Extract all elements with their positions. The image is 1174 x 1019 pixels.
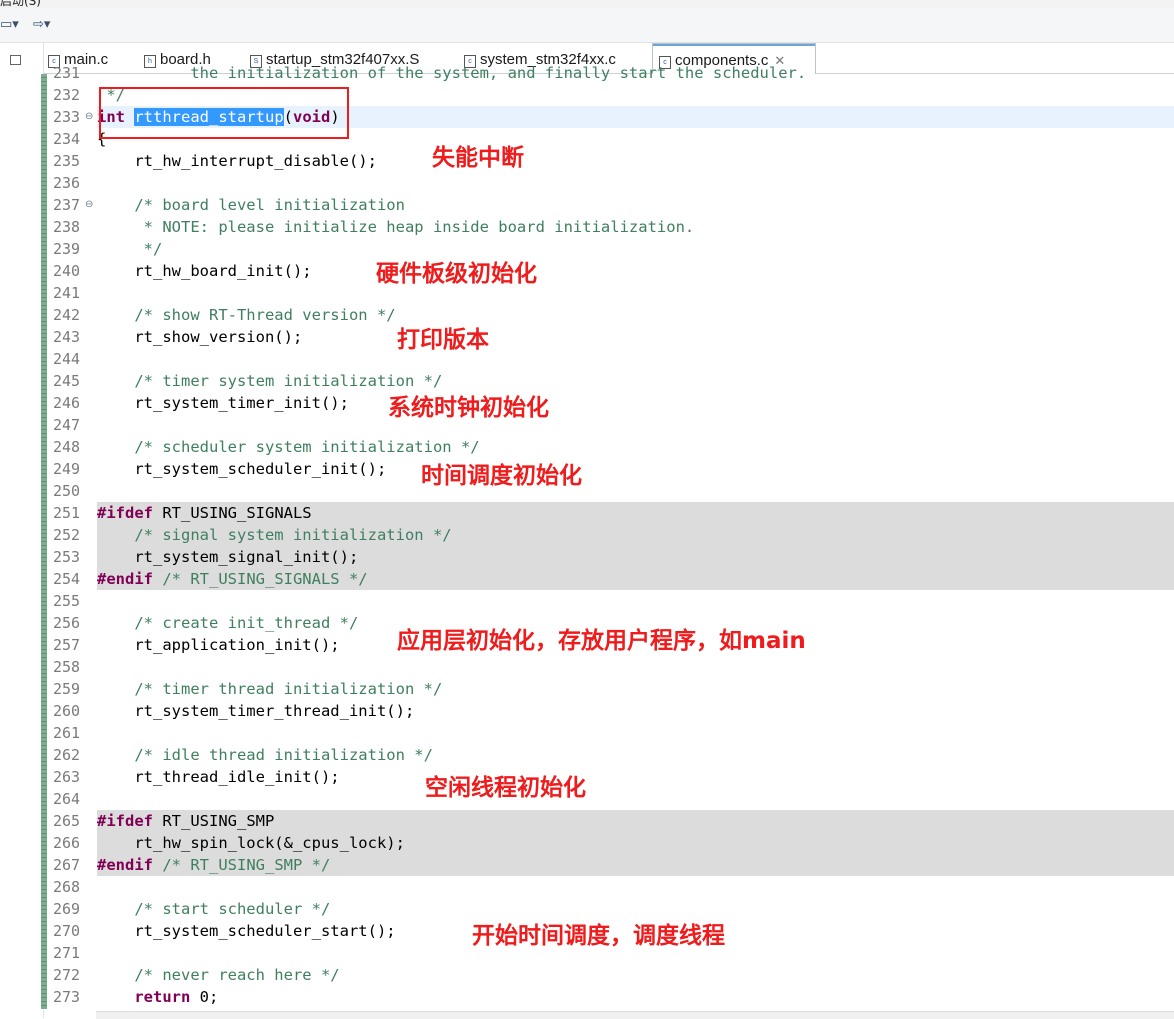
macro-name: RT_USING_SMP bbox=[153, 812, 275, 830]
line-number: 267 bbox=[53, 856, 81, 874]
line-number: 264 bbox=[53, 790, 81, 808]
line-number: 246 bbox=[53, 394, 81, 412]
minimize-icon[interactable] bbox=[10, 55, 21, 65]
code-line-260: rt_system_timer_thread_init(); bbox=[97, 702, 415, 720]
annotation-application-init: 应用层初始化，存放用户程序，如main bbox=[397, 628, 806, 654]
fold-collapse-icon[interactable]: ⊖ bbox=[85, 194, 93, 216]
code-line-238: * NOTE: please initialize heap inside bo… bbox=[97, 218, 695, 236]
line-number: 238 bbox=[53, 218, 81, 236]
code-line-248: /* scheduler system initialization */ bbox=[97, 438, 480, 456]
line-number: 242 bbox=[53, 306, 81, 324]
code-line-240: rt_hw_board_init(); bbox=[97, 262, 312, 280]
line-number: 251 bbox=[53, 504, 81, 522]
line-number: 257 bbox=[53, 636, 81, 654]
code-line-269: /* start scheduler */ bbox=[97, 900, 331, 918]
code-line-267: #endif /* RT_USING_SMP */ bbox=[97, 854, 1174, 876]
line-number: 262 bbox=[53, 746, 81, 764]
line-number: 263 bbox=[53, 768, 81, 786]
code-line-246: rt_system_timer_init(); bbox=[97, 394, 349, 412]
return-value: 0; bbox=[190, 988, 219, 1006]
line-number: 256 bbox=[53, 614, 81, 632]
annotation-scheduler-init: 时间调度初始化 bbox=[421, 463, 582, 489]
line-number: 231 bbox=[53, 64, 81, 82]
annotation-scheduler-start: 开始时间调度，调度线程 bbox=[472, 923, 725, 949]
line-number: 273 bbox=[53, 988, 81, 1006]
line-number: 232 bbox=[53, 86, 81, 104]
code-line-259: /* timer thread initialization */ bbox=[97, 680, 443, 698]
line-number-gutter: 231 232 233 234 235 236 237 238 239 240 … bbox=[49, 64, 96, 1014]
code-line-249: rt_system_scheduler_init(); bbox=[97, 460, 387, 478]
code-line-253: rt_system_signal_init(); bbox=[97, 546, 1174, 568]
code-line-237: /* board level initialization bbox=[97, 196, 405, 214]
preprocessor-ifdef: #ifdef bbox=[97, 812, 153, 830]
line-number: 270 bbox=[53, 922, 81, 940]
line-number: 268 bbox=[53, 878, 81, 896]
macro-name: RT_USING_SIGNALS bbox=[153, 504, 312, 522]
line-number: 261 bbox=[53, 724, 81, 742]
line-number: 250 bbox=[53, 482, 81, 500]
preprocessor-ifdef: #ifdef bbox=[97, 504, 153, 522]
endif-comment: /* RT_USING_SIGNALS */ bbox=[153, 570, 368, 588]
code-line-239: */ bbox=[97, 240, 163, 258]
annotation-disable-interrupts: 失能中断 bbox=[432, 145, 524, 171]
line-number: 244 bbox=[53, 350, 81, 368]
line-number: 243 bbox=[53, 328, 81, 346]
code-line-272: /* never reach here */ bbox=[97, 966, 340, 984]
nav-back-icon[interactable]: ▭▾ bbox=[0, 16, 19, 34]
line-number: 240 bbox=[53, 262, 81, 280]
line-number: 272 bbox=[53, 966, 81, 984]
line-number: 271 bbox=[53, 944, 81, 962]
line-number: 247 bbox=[53, 416, 81, 434]
line-number: 248 bbox=[53, 438, 81, 456]
annotation-timer-init: 系统时钟初始化 bbox=[388, 395, 549, 421]
nav-forward-icon[interactable]: ⇨▾ bbox=[33, 16, 50, 34]
code-line-266: rt_hw_spin_lock(&_cpus_lock); bbox=[97, 832, 1174, 854]
line-number: 252 bbox=[53, 526, 81, 544]
endif-comment: /* RT_USING_SMP */ bbox=[153, 856, 331, 874]
annotation-board-init: 硬件板级初始化 bbox=[376, 261, 537, 287]
line-number: 258 bbox=[53, 658, 81, 676]
code-line-254: #endif /* RT_USING_SIGNALS */ bbox=[97, 568, 1174, 590]
line-number: 266 bbox=[53, 834, 81, 852]
line-number: 260 bbox=[53, 702, 81, 720]
annotation-show-version: 打印版本 bbox=[397, 327, 489, 353]
code-line-245: /* timer system initialization */ bbox=[97, 372, 443, 390]
highlight-box bbox=[99, 87, 349, 139]
line-number: 234 bbox=[53, 130, 81, 148]
toolbar: ▭▾ ⇨▾ bbox=[0, 8, 1174, 43]
keyword-return: return bbox=[97, 988, 191, 1006]
line-number: 253 bbox=[53, 548, 81, 566]
code-line-242: /* show RT-Thread version */ bbox=[97, 306, 396, 324]
code-line-231: the initialization of the system, and fi… bbox=[97, 64, 807, 82]
overview-ruler bbox=[41, 74, 47, 1009]
code-line-262: /* idle thread initialization */ bbox=[97, 746, 433, 764]
line-number: 269 bbox=[53, 900, 81, 918]
code-line-235: rt_hw_interrupt_disable(); bbox=[97, 152, 377, 170]
code-editor[interactable]: the initialization of the system, and fi… bbox=[97, 62, 1174, 1012]
code-line-273: return 0; bbox=[97, 986, 1174, 1008]
fold-collapse-icon[interactable]: ⊖ bbox=[85, 106, 93, 128]
line-number: 239 bbox=[53, 240, 81, 258]
code-line-263: rt_thread_idle_init(); bbox=[97, 768, 340, 786]
line-number: 236 bbox=[53, 174, 81, 192]
line-number: 235 bbox=[53, 152, 81, 170]
line-number: 241 bbox=[53, 284, 81, 302]
annotation-idle-init: 空闲线程初始化 bbox=[425, 775, 586, 801]
line-number: 265 bbox=[53, 812, 81, 830]
window-title-strip: 启动(S) bbox=[0, 0, 1174, 8]
code-line-243: rt_show_version(); bbox=[97, 328, 303, 346]
preprocessor-endif: #endif bbox=[97, 856, 153, 874]
line-number: 259 bbox=[53, 680, 81, 698]
line-number: 245 bbox=[53, 372, 81, 390]
left-panel bbox=[0, 43, 44, 1018]
code-line-265: #ifdef RT_USING_SMP bbox=[97, 810, 1174, 832]
code-line-251: #ifdef RT_USING_SIGNALS bbox=[97, 502, 1174, 524]
line-number: 255 bbox=[53, 592, 81, 610]
line-number: 254 bbox=[53, 570, 81, 588]
code-line-252: /* signal system initialization */ bbox=[97, 524, 1174, 546]
line-number: 249 bbox=[53, 460, 81, 478]
preprocessor-endif: #endif bbox=[97, 570, 153, 588]
